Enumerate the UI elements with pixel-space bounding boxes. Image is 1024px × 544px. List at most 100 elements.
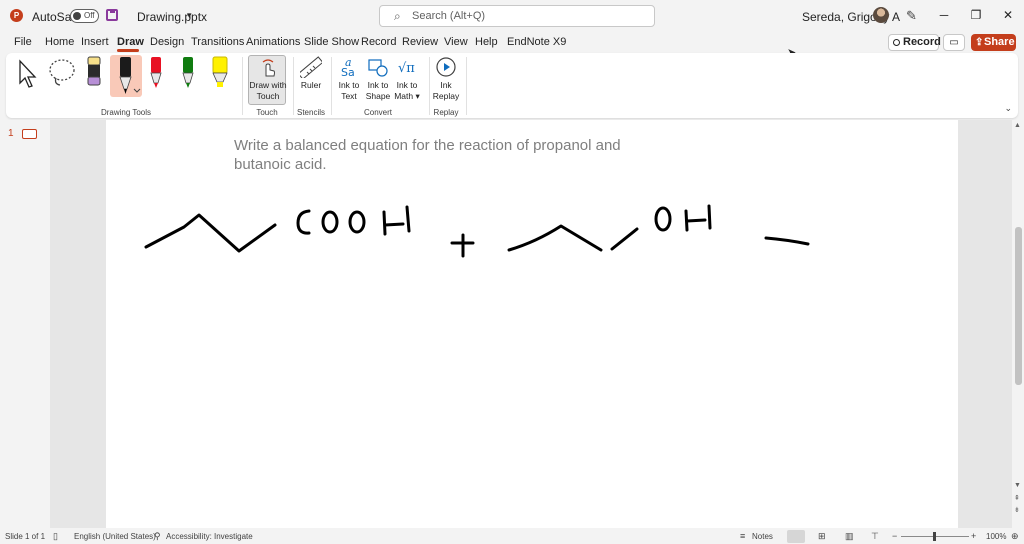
- svg-text:√π: √π: [398, 61, 415, 76]
- tab-endnote[interactable]: EndNote X9: [507, 36, 566, 48]
- tab-insert[interactable]: Insert: [81, 36, 109, 48]
- zoom-slider-thumb[interactable]: [933, 532, 936, 541]
- chevron-down-icon[interactable]: ▾: [187, 10, 192, 21]
- language-status[interactable]: English (United States): [74, 532, 156, 541]
- highlighter-yellow-icon[interactable]: [210, 55, 230, 89]
- ink-to-shape-label[interactable]: Ink to Shape: [363, 80, 393, 102]
- comments-button[interactable]: ▭: [943, 34, 965, 51]
- search-input[interactable]: ⌕ Search (Alt+Q): [379, 5, 655, 27]
- ruler-icon[interactable]: [300, 56, 322, 78]
- touch-hand-icon: [262, 59, 275, 77]
- scroll-down-icon[interactable]: ▼: [1014, 482, 1021, 489]
- file-name[interactable]: Drawing.pptx: [137, 10, 207, 24]
- ink-to-text-label[interactable]: Ink to Text: [334, 80, 364, 102]
- ink-replay-icon[interactable]: [435, 56, 457, 78]
- slide-thumbnail[interactable]: [22, 129, 37, 139]
- ink-arrow-line: [764, 236, 810, 246]
- pen-red-icon[interactable]: [148, 55, 164, 89]
- autosave-state: Off: [84, 11, 95, 20]
- ribbon-separator: [293, 57, 294, 115]
- share-icon: ⇪: [975, 37, 984, 48]
- ink-letter-h2: [684, 204, 712, 232]
- tab-animations[interactable]: Animations: [246, 36, 300, 48]
- ribbon-separator: [331, 57, 332, 115]
- vertical-scrollbar[interactable]: ▲ ▼ ⇞ ⇟: [1012, 120, 1024, 528]
- ink-replay-label[interactable]: Ink Replay: [431, 80, 461, 102]
- tab-slide-show[interactable]: Slide Show: [304, 36, 359, 48]
- draw-with-touch-button[interactable]: Draw with Touch: [248, 55, 287, 105]
- ink-butanoic-chain: [144, 213, 277, 253]
- ribbon-separator: [429, 57, 430, 115]
- ribbon-separator: [466, 57, 467, 115]
- pen-black-selected[interactable]: [110, 55, 142, 97]
- ribbon: Drawing Tools Draw with Touch Touch Rule…: [6, 53, 1018, 118]
- slide-thumbnail-number: 1: [8, 128, 14, 139]
- slide[interactable]: Write a balanced equation for the reacti…: [106, 120, 958, 528]
- minimize-button[interactable]: ─: [934, 6, 954, 24]
- tab-review[interactable]: Review: [402, 36, 438, 48]
- tab-design[interactable]: Design: [150, 36, 184, 48]
- lasso-select-icon[interactable]: [46, 58, 78, 88]
- ink-to-math-text: Ink to Math: [394, 80, 418, 101]
- search-icon: ⌕: [394, 9, 401, 23]
- slide-sorter-icon[interactable]: ⊞: [818, 531, 826, 542]
- pen-icon[interactable]: ✎: [906, 8, 917, 24]
- ink-letter-o2: [348, 210, 366, 234]
- record-button[interactable]: Record: [888, 34, 941, 51]
- select-tool-icon[interactable]: [16, 59, 40, 89]
- restore-button[interactable]: ❐: [966, 6, 986, 24]
- ink-to-math-icon[interactable]: √π: [396, 56, 418, 78]
- comment-icon: ▭: [949, 37, 959, 48]
- active-tab-indicator: [117, 49, 139, 52]
- accessibility-icon[interactable]: ⚲: [154, 531, 161, 542]
- group-label-replay: Replay: [433, 108, 459, 117]
- ink-to-text-icon[interactable]: a Sa: [339, 56, 361, 78]
- group-label-stencils: Stencils: [296, 108, 325, 117]
- status-bar: Slide 1 of 1 ▯ English (United States) ⚲…: [0, 528, 1024, 544]
- spelling-icon[interactable]: ▯: [53, 531, 58, 542]
- zoom-in-icon[interactable]: +: [971, 531, 976, 541]
- collapse-ribbon-icon[interactable]: ⌄: [1004, 103, 1012, 114]
- tab-draw[interactable]: Draw: [117, 36, 144, 48]
- eraser-icon[interactable]: [86, 55, 102, 89]
- group-label-convert: Convert: [363, 108, 392, 117]
- ink-propanol-chain: [507, 224, 639, 252]
- tab-home[interactable]: Home: [45, 36, 74, 48]
- close-button[interactable]: ✕: [998, 6, 1018, 24]
- ink-letter-c: [296, 209, 311, 235]
- powerpoint-logo-icon: P: [10, 9, 23, 22]
- save-icon[interactable]: [106, 9, 118, 21]
- avatar[interactable]: [873, 7, 889, 23]
- ribbon-tabs: File Home Insert Draw Design Transitions…: [0, 32, 1024, 52]
- record-label: Record: [903, 36, 941, 48]
- tab-transitions[interactable]: Transitions: [191, 36, 244, 48]
- reading-view-icon[interactable]: ▥: [845, 531, 854, 542]
- accessibility-status[interactable]: Accessibility: Investigate: [166, 532, 253, 541]
- title-bar: P AutoSave Off Drawing.pptx ▾ ⌕ Search (…: [0, 0, 1024, 32]
- slide-count: Slide 1 of 1: [5, 532, 46, 541]
- ribbon-separator: [242, 57, 243, 115]
- ruler-label[interactable]: Ruler: [296, 80, 326, 91]
- notes-button[interactable]: Notes: [752, 532, 773, 541]
- fit-to-window-icon[interactable]: ⊕: [1011, 531, 1019, 542]
- search-placeholder: Search (Alt+Q): [412, 10, 486, 22]
- scroll-up-icon[interactable]: ▲: [1014, 122, 1021, 129]
- notes-icon[interactable]: ≡: [740, 531, 745, 541]
- pen-green-icon[interactable]: [180, 55, 196, 89]
- autosave-toggle[interactable]: Off: [70, 9, 99, 23]
- tab-file[interactable]: File: [14, 36, 32, 48]
- slide-show-icon[interactable]: ⊤: [871, 531, 879, 542]
- previous-slide-icon[interactable]: ⇞: [1014, 494, 1020, 502]
- ink-to-math-label[interactable]: Ink to Math ▾: [390, 80, 424, 102]
- scrollbar-thumb[interactable]: [1015, 227, 1022, 385]
- tab-view[interactable]: View: [444, 36, 468, 48]
- share-button[interactable]: ⇪ Share: [971, 34, 1016, 51]
- group-label-touch: Touch: [256, 108, 278, 117]
- tab-record[interactable]: Record: [361, 36, 396, 48]
- ink-to-shape-icon[interactable]: [367, 56, 389, 78]
- tab-help[interactable]: Help: [475, 36, 498, 48]
- ink-drawing[interactable]: [106, 120, 958, 528]
- zoom-level[interactable]: 100%: [986, 532, 1006, 541]
- zoom-out-icon[interactable]: −: [892, 531, 897, 541]
- next-slide-icon[interactable]: ⇟: [1014, 506, 1020, 514]
